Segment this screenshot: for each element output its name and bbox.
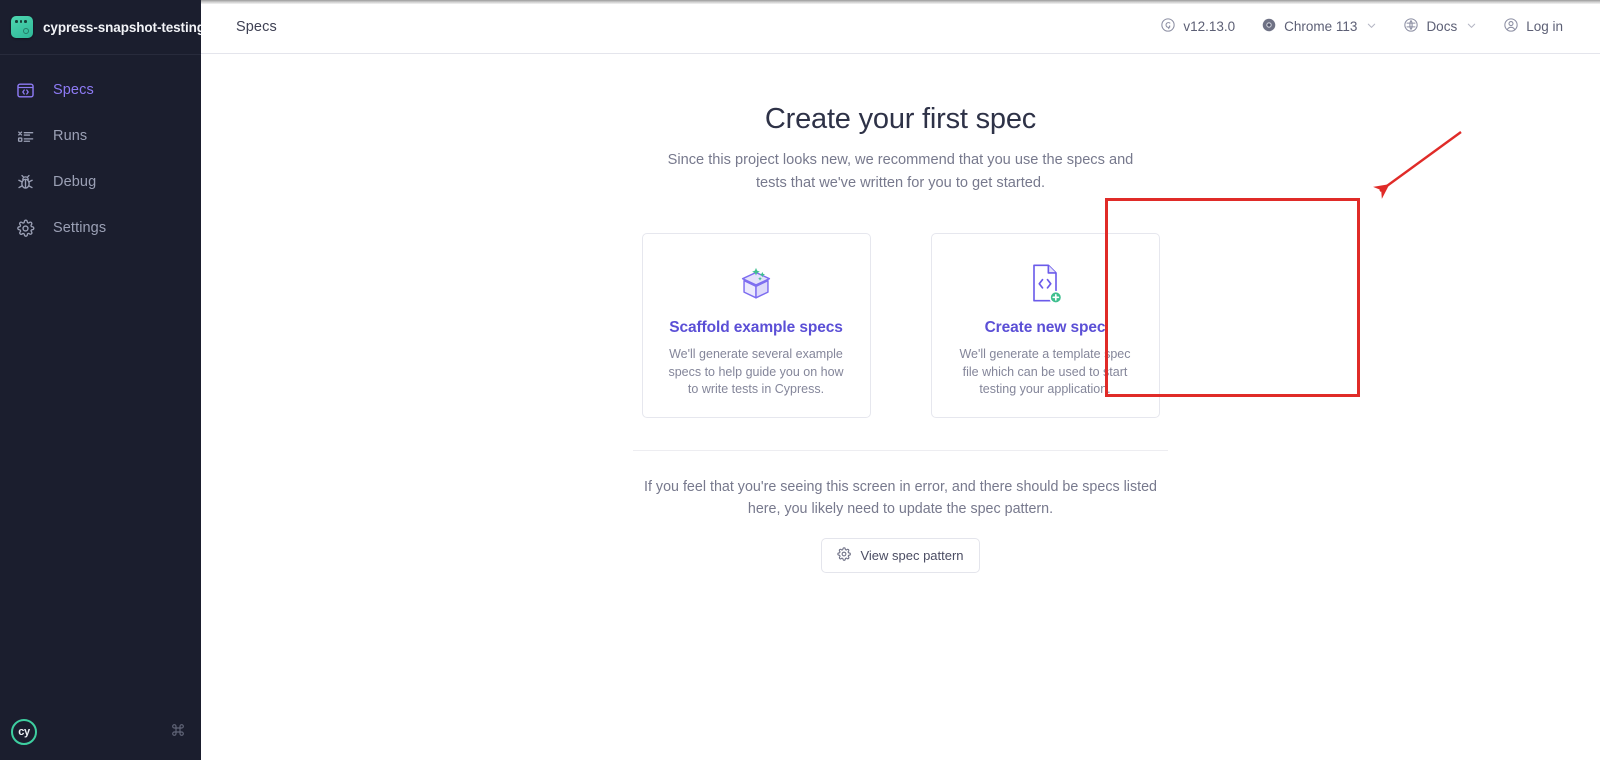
top-bar-actions: v12.13.0 Chrome 113 Docs Log in <box>1147 11 1576 42</box>
gear-icon <box>14 217 36 239</box>
section-divider <box>633 450 1168 451</box>
user-avatar-icon <box>1503 17 1519 36</box>
view-spec-pattern-label: View spec pattern <box>860 548 964 563</box>
code-file-plus-icon <box>1025 261 1065 305</box>
cypress-logo-label: cy <box>18 726 30 738</box>
project-square-icon <box>11 16 33 38</box>
sidebar-item-label: Runs <box>53 128 88 144</box>
sidebar-item-label: Settings <box>53 220 107 236</box>
bug-icon <box>14 171 36 193</box>
sidebar-item-specs[interactable]: Specs <box>0 67 201 113</box>
specs-window-code-icon <box>14 79 36 101</box>
card-title: Scaffold example specs <box>669 319 843 336</box>
card-description: We'll generate a template spec file whic… <box>959 347 1131 396</box>
main-content: Create your first spec Since this projec… <box>201 54 1600 573</box>
docs-menu[interactable]: Docs <box>1390 11 1490 42</box>
scaffold-example-specs-card[interactable]: Scaffold example specs We'll generate se… <box>641 233 871 418</box>
view-spec-pattern-button[interactable]: View spec pattern <box>821 538 980 573</box>
version-label: v12.13.0 <box>1183 19 1236 34</box>
sidebar-item-debug[interactable]: Debug <box>0 159 201 205</box>
open-box-sparkles-icon <box>730 261 782 305</box>
sidebar-footer: cy <box>0 712 201 752</box>
runs-list-icon <box>14 125 36 147</box>
command-key-icon[interactable] <box>170 722 186 743</box>
chrome-browser-icon <box>1261 17 1277 36</box>
card-title: Create new spec <box>984 319 1106 336</box>
cypress-app-window: cypress-snapshot-testing Specs Runs Debu… <box>0 0 1600 760</box>
cypress-version-icon <box>1160 17 1176 36</box>
chevron-down-icon <box>1466 19 1477 34</box>
sidebar-item-settings[interactable]: Settings <box>0 205 201 251</box>
page-title: Specs <box>236 18 277 35</box>
project-header[interactable]: cypress-snapshot-testing <box>0 0 205 55</box>
chevron-down-icon <box>1366 19 1377 34</box>
browser-selector[interactable]: Chrome 113 <box>1248 11 1390 42</box>
card-description: We'll generate several example specs to … <box>668 347 844 396</box>
main-panel: Specs v12.13.0 Chrome 113 Docs Log in Cr… <box>201 0 1600 760</box>
create-new-spec-card[interactable]: Create new spec We'll generate a templat… <box>930 233 1160 418</box>
create-first-spec-subtitle: Since this project looks new, we recomme… <box>667 152 1134 191</box>
sidebar-nav: Specs Runs Debug Settings <box>0 55 201 251</box>
project-name: cypress-snapshot-testing <box>43 19 205 35</box>
spec-pattern-footnote: If you feel that you're seeing this scre… <box>644 479 1157 517</box>
login-button[interactable]: Log in <box>1490 11 1576 42</box>
top-bar: Specs v12.13.0 Chrome 113 Docs Log in <box>201 0 1600 54</box>
version-indicator[interactable]: v12.13.0 <box>1147 11 1248 42</box>
docs-book-icon <box>1403 17 1419 36</box>
sidebar-item-label: Specs <box>53 82 94 98</box>
sidebar-item-label: Debug <box>53 174 97 190</box>
create-first-spec-heading: Create your first spec <box>764 103 1037 135</box>
login-label: Log in <box>1526 19 1563 34</box>
sidebar-item-runs[interactable]: Runs <box>0 113 201 159</box>
cypress-logo-icon[interactable]: cy <box>11 719 37 745</box>
spec-option-cards: Scaffold example specs We'll generate se… <box>641 233 1160 418</box>
browser-label: Chrome 113 <box>1284 19 1358 34</box>
docs-label: Docs <box>1426 19 1458 34</box>
gear-icon <box>837 547 852 564</box>
sidebar: cypress-snapshot-testing Specs Runs Debu… <box>0 0 205 760</box>
